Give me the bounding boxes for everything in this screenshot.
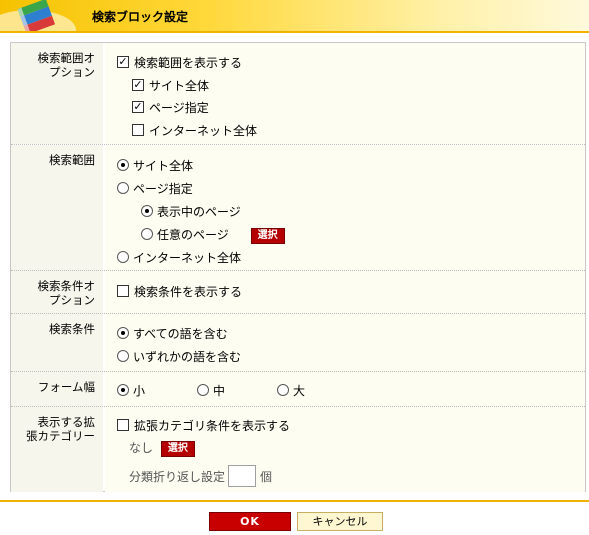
checkbox-checked-icon[interactable] xyxy=(132,101,144,113)
scope-internet-checkbox[interactable]: インターネット全体 xyxy=(132,123,257,139)
settings-form: 検索範囲オ プション 検索範囲を表示する サイト全体 ページ指定 インターネット… xyxy=(10,42,586,492)
radio-unselected-icon[interactable] xyxy=(117,251,129,263)
row-condition-option: 検索条件オ プション 検索条件を表示する xyxy=(11,270,585,314)
scope-site-all-checkbox[interactable]: サイト全体 xyxy=(132,78,209,94)
wrap-setting-label: 分類折り返し設定 xyxy=(129,470,226,484)
ext-category-select-button[interactable]: 選択 xyxy=(160,441,195,457)
radio-selected-icon[interactable] xyxy=(117,384,129,396)
ok-button[interactable]: OK xyxy=(209,512,291,531)
row-label: 検索範囲オ プション xyxy=(37,51,96,79)
checkbox-unchecked-icon[interactable] xyxy=(132,124,144,136)
scope-page-spec-radio[interactable]: ページ指定 xyxy=(117,181,193,197)
ext-category-none-text: なし xyxy=(129,441,154,455)
row-label: フォーム幅 xyxy=(37,380,95,394)
radio-selected-icon[interactable] xyxy=(117,159,129,171)
radio-selected-icon[interactable] xyxy=(141,205,153,217)
checkbox-unchecked-icon[interactable] xyxy=(117,285,129,297)
page-title: 検索ブロック設定 xyxy=(92,10,189,24)
checkbox-unchecked-icon[interactable] xyxy=(117,419,129,431)
row-ext-category: 表示する拡 張カテゴリー 拡張カテゴリ条件を表示する なし 選択 分類折り返し設… xyxy=(11,406,585,492)
row-label: 表示する拡 張カテゴリー xyxy=(26,415,95,443)
wrap-setting-row: 分類折り返し設定 個 xyxy=(129,465,273,487)
radio-unselected-icon[interactable] xyxy=(117,350,129,362)
width-medium-radio[interactable]: 中 xyxy=(197,383,225,399)
header-bar: 検索ブロック設定 xyxy=(0,0,589,31)
radio-unselected-icon[interactable] xyxy=(277,384,289,396)
show-scope-checkbox[interactable]: 検索範囲を表示する xyxy=(117,55,242,71)
condition-any-word-radio[interactable]: いずれかの語を含む xyxy=(117,349,241,365)
show-condition-checkbox[interactable]: 検索条件を表示する xyxy=(117,284,242,300)
wrap-unit-label: 個 xyxy=(260,470,273,484)
show-ext-category-checkbox[interactable]: 拡張カテゴリ条件を表示する xyxy=(117,418,290,434)
radio-unselected-icon[interactable] xyxy=(197,384,209,396)
row-scope-option: 検索範囲オ プション 検索範囲を表示する サイト全体 ページ指定 インターネット… xyxy=(11,43,585,144)
books-logo-icon xyxy=(0,0,76,31)
row-label: 検索範囲 xyxy=(49,153,95,167)
scope-site-all-radio[interactable]: サイト全体 xyxy=(117,158,193,174)
cancel-button[interactable]: キャンセル xyxy=(297,512,383,531)
scope-select-button[interactable]: 選択 xyxy=(250,228,285,244)
row-condition: 検索条件 すべての語を含む いずれかの語を含む xyxy=(11,313,585,372)
scope-current-page-radio[interactable]: 表示中のページ xyxy=(141,204,241,220)
radio-unselected-icon[interactable] xyxy=(141,228,153,240)
row-label: 検索条件オ プション xyxy=(37,279,96,307)
row-scope: 検索範囲 サイト全体 ページ指定 表示中のページ 任意のページ 選択 インターネ… xyxy=(11,144,585,271)
header-divider xyxy=(0,31,589,33)
radio-selected-icon[interactable] xyxy=(117,327,129,339)
row-label: 検索条件 xyxy=(49,322,95,336)
ext-category-none-row: なし 選択 xyxy=(129,440,195,457)
scope-any-page-radio[interactable]: 任意のページ 選択 xyxy=(141,227,285,244)
row-form-width: フォーム幅 小 中 大 xyxy=(11,371,585,407)
radio-unselected-icon[interactable] xyxy=(117,182,129,194)
condition-all-words-radio[interactable]: すべての語を含む xyxy=(117,326,228,342)
checkbox-checked-icon[interactable] xyxy=(132,79,144,91)
scope-page-spec-checkbox[interactable]: ページ指定 xyxy=(132,100,209,116)
footer-bar xyxy=(0,502,589,535)
checkbox-checked-icon[interactable] xyxy=(117,56,129,68)
width-large-radio[interactable]: 大 xyxy=(277,383,305,399)
width-small-radio[interactable]: 小 xyxy=(117,383,145,399)
wrap-count-input[interactable] xyxy=(228,465,257,487)
scope-internet-radio[interactable]: インターネット全体 xyxy=(117,250,241,266)
